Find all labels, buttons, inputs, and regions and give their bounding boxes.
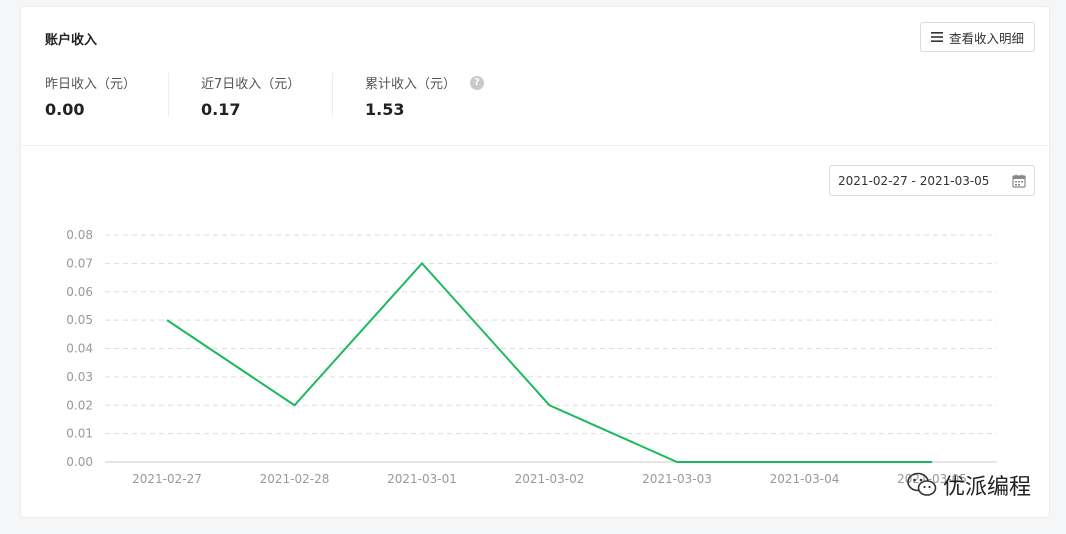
x-tick-label: 2021-02-28 [260, 472, 330, 486]
y-tick-label: 0.01 [66, 427, 93, 441]
x-tick-label: 2021-03-04 [770, 472, 840, 486]
y-tick-label: 0.07 [66, 256, 93, 270]
x-tick-label: 2021-02-27 [132, 472, 202, 486]
y-tick-label: 0.03 [66, 370, 93, 384]
y-tick-label: 0.04 [66, 342, 93, 356]
wechat-icon [907, 472, 937, 496]
x-tick-label: 2021-03-02 [515, 472, 585, 486]
watermark-text: 优派编程 [942, 475, 1031, 500]
x-tick-label: 2021-03-03 [642, 472, 712, 486]
y-tick-label: 0.00 [66, 455, 93, 469]
y-tick-label: 0.08 [66, 228, 93, 242]
y-tick-label: 0.06 [66, 285, 93, 299]
series-line [166, 261, 932, 463]
y-tick-label: 0.05 [66, 313, 93, 327]
x-tick-label: 2021-03-01 [387, 472, 457, 486]
y-tick-label: 0.02 [66, 398, 93, 412]
account-income-card: 账户收入 查看收入明细 昨日收入（元） 0.00 近7日收入（元） 0.17 累… [20, 6, 1050, 518]
income-line-chart: 0.00 0.01 0.02 0.03 0.04 0.05 0.06 0.07 0.08 2021… [66, 228, 997, 486]
watermark: 优派编程 [907, 469, 1031, 501]
